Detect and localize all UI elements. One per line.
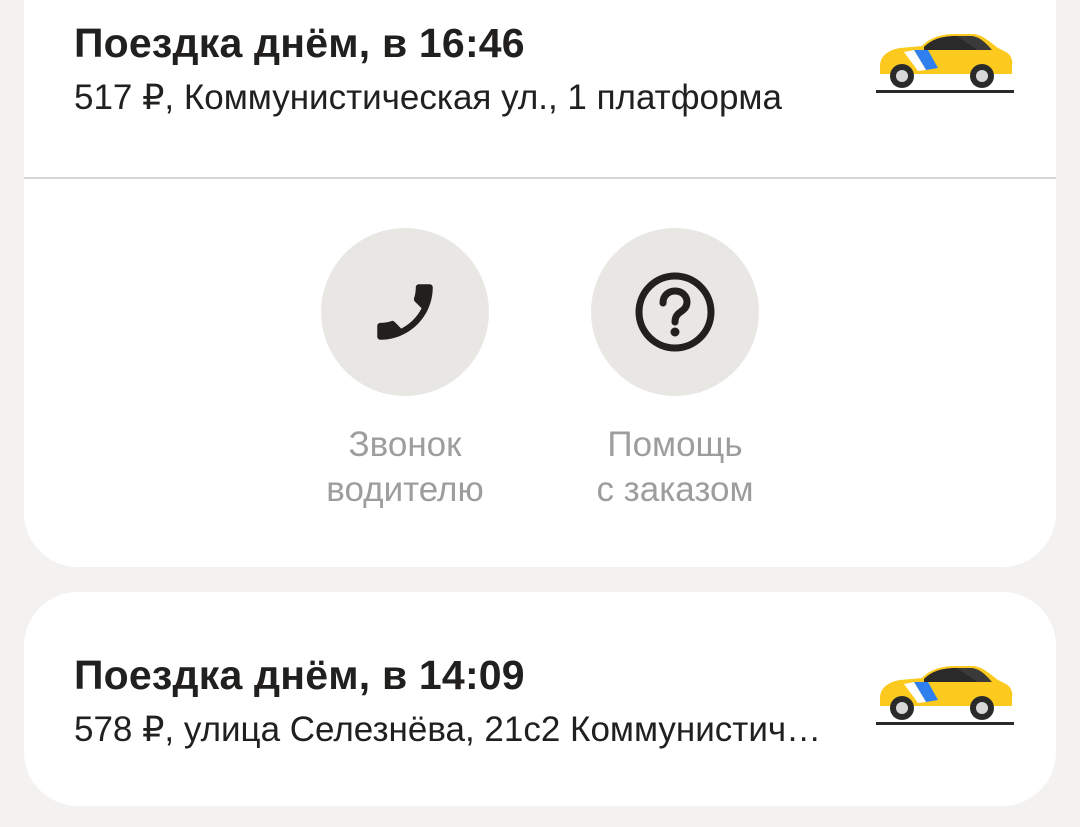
ride-subtitle: 517 ₽, Коммунистическая ул., 1 платформа: [74, 78, 782, 117]
phone-icon: [377, 284, 433, 340]
ride-summary[interactable]: Поездка днём, в 16:46 517 ₽, Коммунистич…: [74, 20, 1014, 140]
order-help-label: Помощь с заказом: [596, 425, 754, 509]
ride-summary[interactable]: Поездка днём, в 14:09 578 ₽, улица Селез…: [74, 652, 1014, 772]
ride-card[interactable]: Поездка днём, в 14:09 578 ₽, улица Селез…: [24, 592, 1056, 806]
call-driver-circle[interactable]: [321, 228, 489, 396]
order-help-circle[interactable]: [591, 228, 759, 396]
ride-title: Поездка днём, в 16:46: [74, 20, 525, 66]
taxi-car-icon: [876, 666, 1014, 725]
order-help-button[interactable]: Помощь с заказом: [555, 228, 795, 512]
divider: [24, 177, 1056, 179]
call-driver-label: Звонок водителю: [326, 425, 484, 509]
ride-title: Поездка днём, в 14:09: [74, 652, 525, 698]
taxi-car-icon: [876, 34, 1014, 93]
call-driver-button[interactable]: Звонок водителю: [285, 228, 525, 512]
ride-subtitle: 578 ₽, улица Селезнёва, 21с2 Коммунистич…: [74, 710, 834, 749]
ride-actions: Звонок водителю Помощь с заказом: [24, 228, 1056, 518]
ride-card-expanded: Поездка днём, в 16:46 517 ₽, Коммунистич…: [24, 0, 1056, 567]
question-icon: [635, 272, 715, 352]
